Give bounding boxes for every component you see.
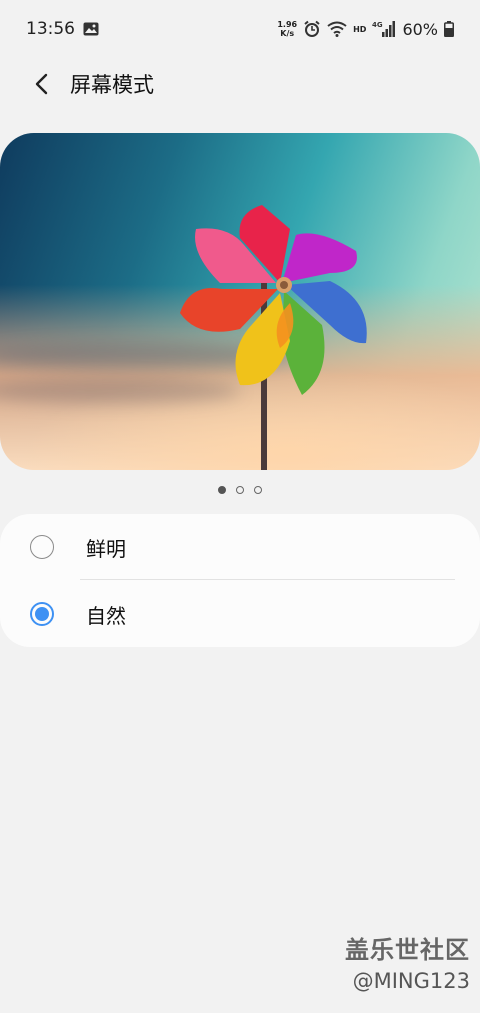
signal-icon: 4G <box>372 20 396 38</box>
battery-percent: 60% <box>402 19 438 39</box>
option-vivid-label: 鲜明 <box>86 536 126 561</box>
option-vivid[interactable]: 鲜明 <box>0 514 480 580</box>
gallery-icon <box>83 22 99 36</box>
option-natural-label: 自然 <box>86 603 126 628</box>
radio-vivid[interactable] <box>30 535 54 559</box>
page-dot-2[interactable] <box>236 486 244 494</box>
alarm-icon <box>303 20 321 38</box>
page-dot-1[interactable] <box>218 486 226 494</box>
watermark-user: @MING123 <box>352 969 470 993</box>
preview-image[interactable] <box>0 133 480 470</box>
page-dot-3[interactable] <box>254 486 262 494</box>
watermark: 盖乐世社区 @MING123 <box>345 930 470 993</box>
net-speed: 1.96 K/s <box>277 20 298 38</box>
status-time: 13:56 <box>26 19 75 39</box>
status-bar: 13:56 1.96 K/s HD 4G 60% <box>0 0 480 58</box>
header: 屏幕模式 <box>0 58 480 110</box>
battery-icon <box>444 21 454 37</box>
watermark-title: 盖乐世社区 <box>345 936 470 964</box>
wifi-icon <box>327 21 347 37</box>
back-button[interactable] <box>22 64 62 104</box>
page-title: 屏幕模式 <box>70 73 154 97</box>
chevron-left-icon <box>34 72 50 96</box>
svg-text:4G: 4G <box>372 21 383 29</box>
divider <box>80 579 455 580</box>
radio-natural[interactable] <box>30 602 54 626</box>
option-natural[interactable]: 自然 <box>0 581 480 647</box>
page-indicator <box>0 482 480 498</box>
hd-label: HD <box>353 24 367 34</box>
screen-mode-options: 鲜明 自然 <box>0 514 480 647</box>
pinwheel-image <box>180 205 367 470</box>
